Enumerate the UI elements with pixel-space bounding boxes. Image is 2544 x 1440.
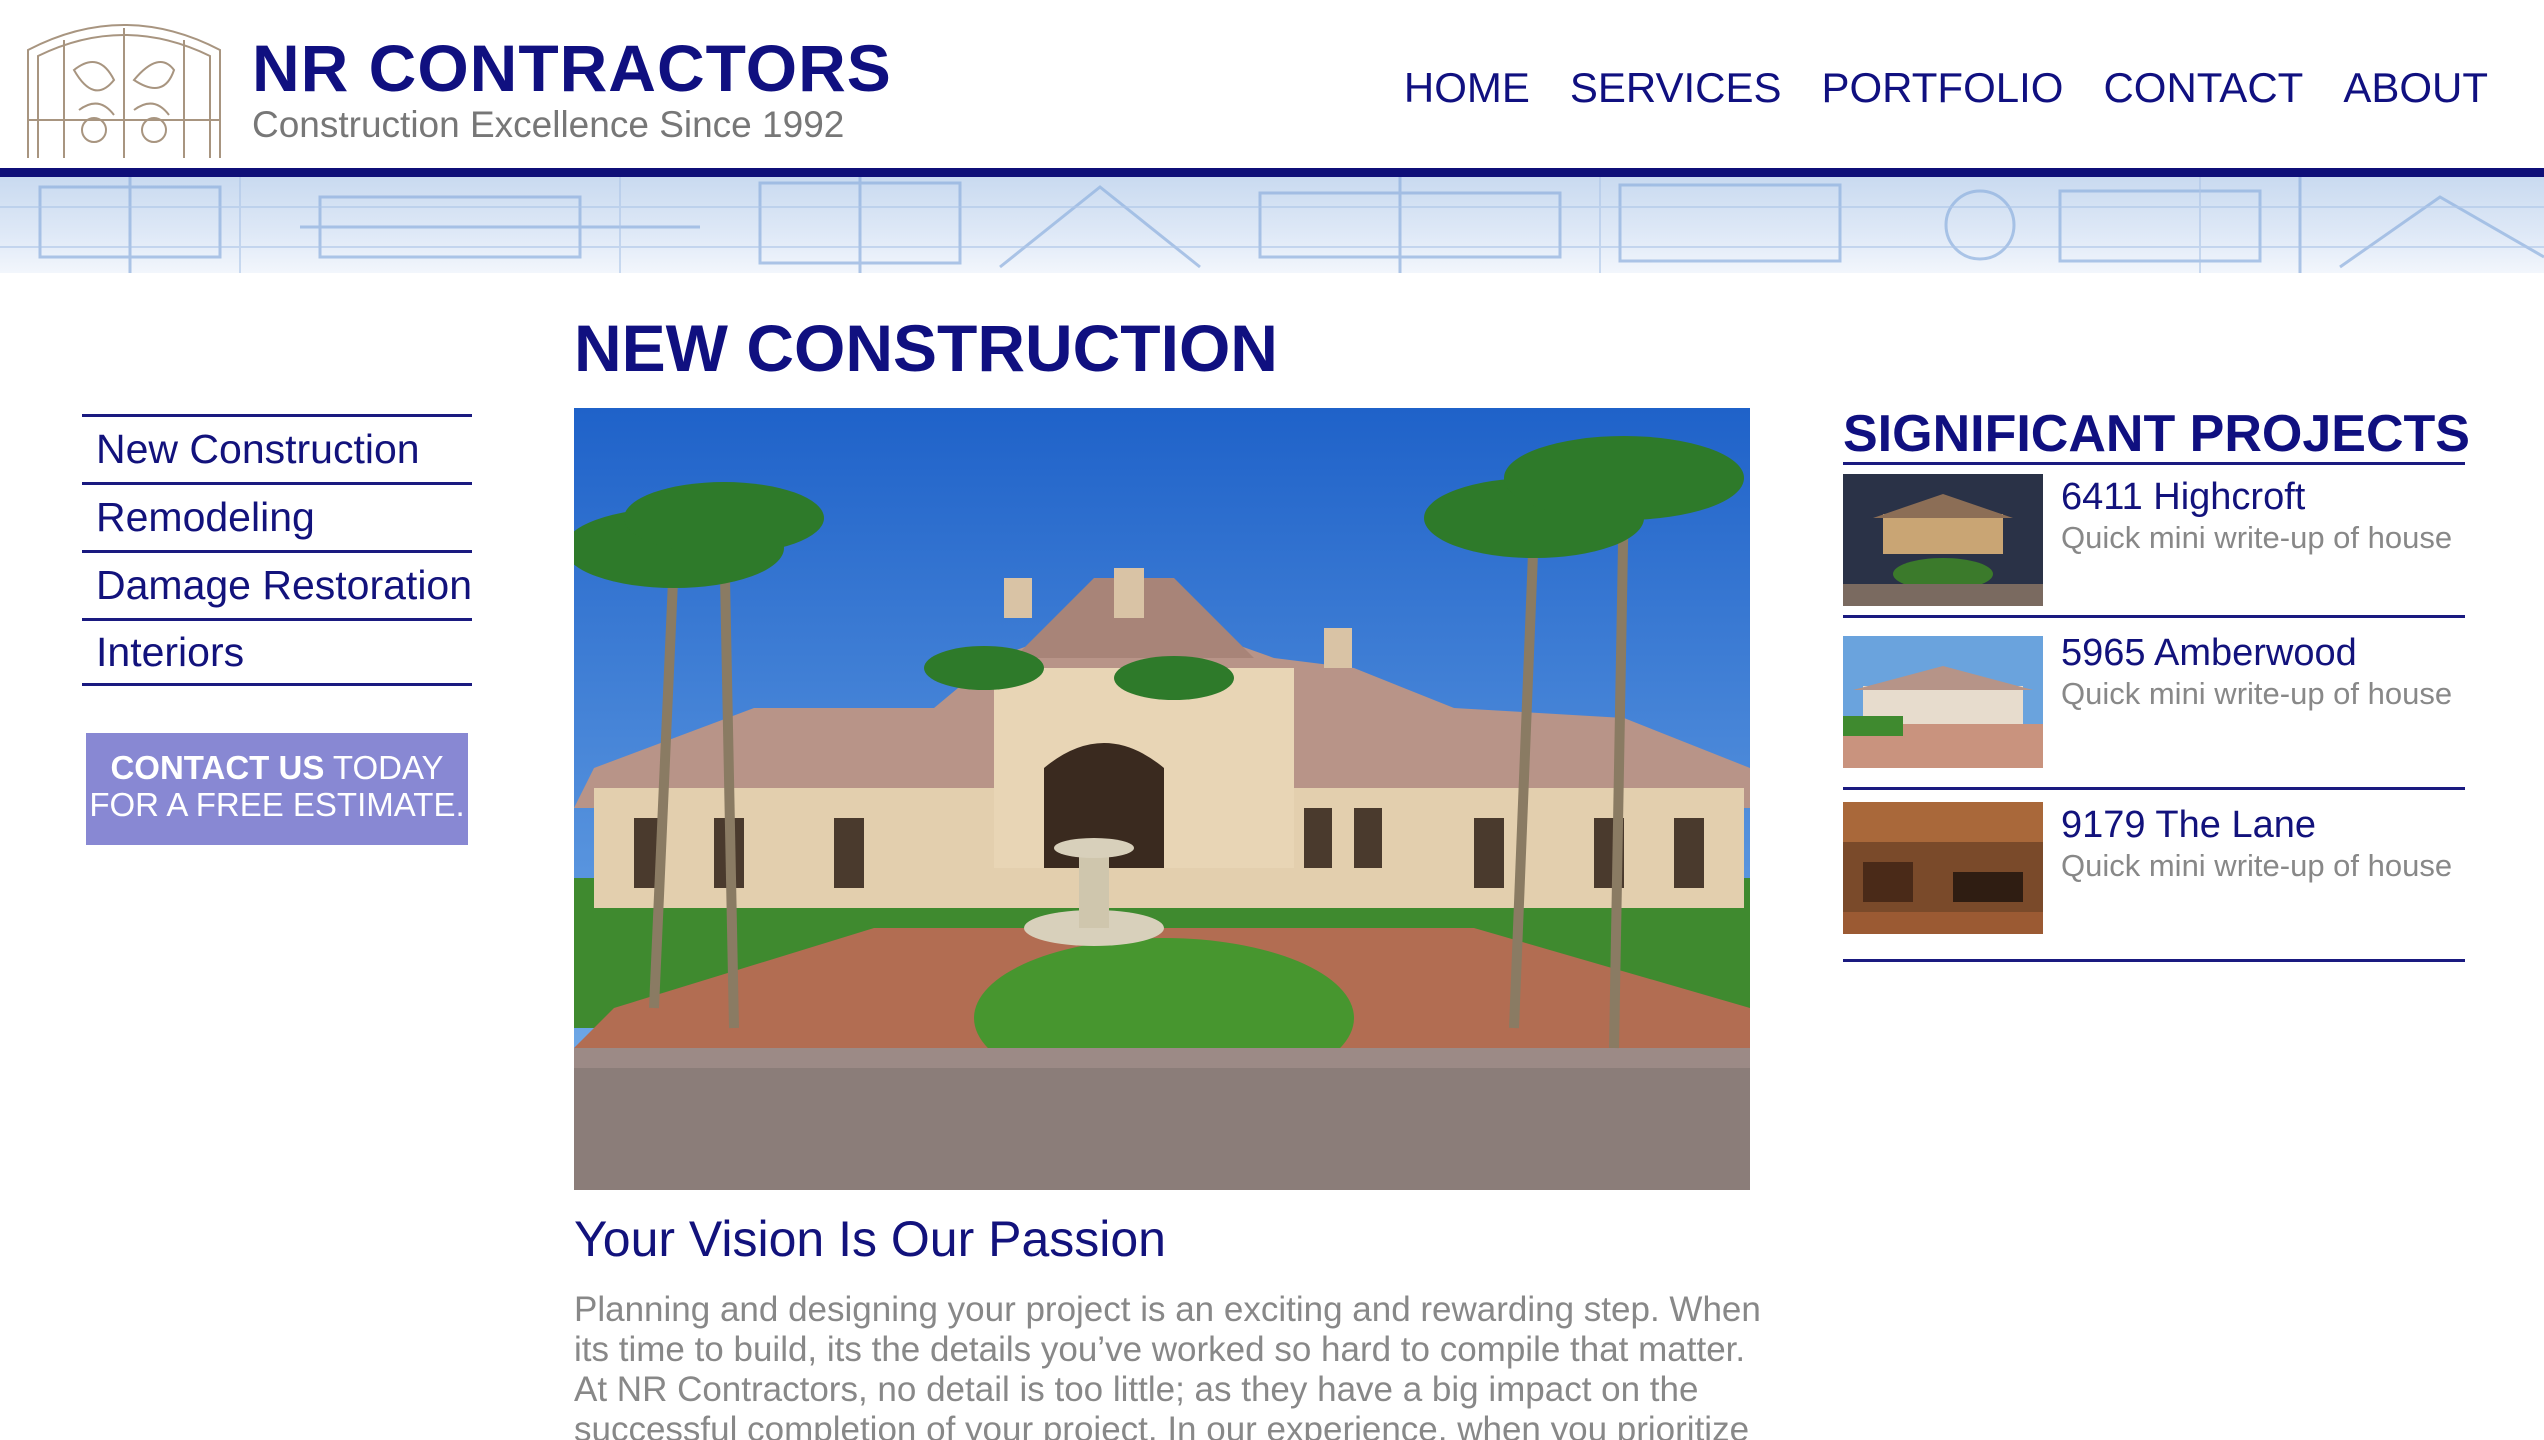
project-item-highcroft[interactable]: 6411 Highcroft Quick mini write-up of ho… xyxy=(1843,474,2465,618)
project-thumbnail[interactable] xyxy=(1843,636,2043,768)
contact-cta-button[interactable]: CONTACT US TODAY FOR A FREE ESTIMATE. xyxy=(86,733,468,845)
brand-title[interactable]: NR CONTRACTORS xyxy=(252,30,892,106)
body-paragraph: Planning and designing your project is a… xyxy=(574,1290,1761,1440)
sidebar-item-remodeling[interactable]: Remodeling xyxy=(82,482,472,550)
projects-heading: SIGNIFICANT PROJECTS xyxy=(1843,405,2470,463)
blueprint-banner xyxy=(0,177,2544,273)
sidebar-item-damage-restoration[interactable]: Damage Restoration xyxy=(82,550,472,618)
cta-bold-text: CONTACT US xyxy=(110,749,325,786)
sidebar-item-interiors[interactable]: Interiors xyxy=(82,618,472,686)
sidebar-item-new-construction[interactable]: New Construction xyxy=(82,414,472,482)
brand-tagline: Construction Excellence Since 1992 xyxy=(252,104,845,145)
nav-portfolio[interactable]: PORTFOLIO xyxy=(1822,64,2064,112)
site-header: NR CONTRACTORS Construction Excellence S… xyxy=(0,0,2544,170)
project-description: Quick mini write-up of house xyxy=(2061,520,2453,555)
project-item-the-lane[interactable]: 9179 The Lane Quick mini write-up of hou… xyxy=(1843,802,2465,962)
cta-rest-text: TODAY xyxy=(324,749,444,786)
cta-line-2: FOR A FREE ESTIMATE. xyxy=(89,786,465,823)
page-title: NEW CONSTRUCTION xyxy=(574,311,1278,385)
project-description: Quick mini write-up of house xyxy=(2061,676,2453,711)
project-name[interactable]: 5965 Amberwood xyxy=(2061,632,2357,675)
nav-about[interactable]: ABOUT xyxy=(2343,64,2488,112)
sidebar-nav: New Construction Remodeling Damage Resto… xyxy=(82,414,472,686)
nav-services[interactable]: SERVICES xyxy=(1570,64,1782,112)
project-thumbnail[interactable] xyxy=(1843,474,2043,606)
nav-home[interactable]: HOME xyxy=(1404,64,1530,112)
sidebar-item-label: Interiors xyxy=(96,628,245,675)
cta-line-1: CONTACT US TODAY xyxy=(86,749,468,786)
sidebar-item-label: Remodeling xyxy=(96,494,315,540)
project-name[interactable]: 9179 The Lane xyxy=(2061,804,2316,847)
project-item-amberwood[interactable]: 5965 Amberwood Quick mini write-up of ho… xyxy=(1843,630,2465,790)
project-description: Quick mini write-up of house xyxy=(2061,848,2453,883)
header-divider xyxy=(0,168,2544,177)
main-nav: HOME SERVICES PORTFOLIO CONTACT ABOUT xyxy=(1404,64,2488,112)
project-thumbnail[interactable] xyxy=(1843,802,2043,934)
project-name[interactable]: 6411 Highcroft xyxy=(2061,476,2305,519)
nav-contact[interactable]: CONTACT xyxy=(2103,64,2303,112)
section-subtitle: Your Vision Is Our Passion xyxy=(574,1211,1166,1267)
sidebar-item-label: New Construction xyxy=(96,426,420,472)
projects-heading-divider xyxy=(1843,462,2465,465)
logo-gate-icon[interactable] xyxy=(24,10,224,160)
sidebar-item-label: Damage Restoration xyxy=(96,562,473,608)
hero-image xyxy=(574,408,1750,1190)
